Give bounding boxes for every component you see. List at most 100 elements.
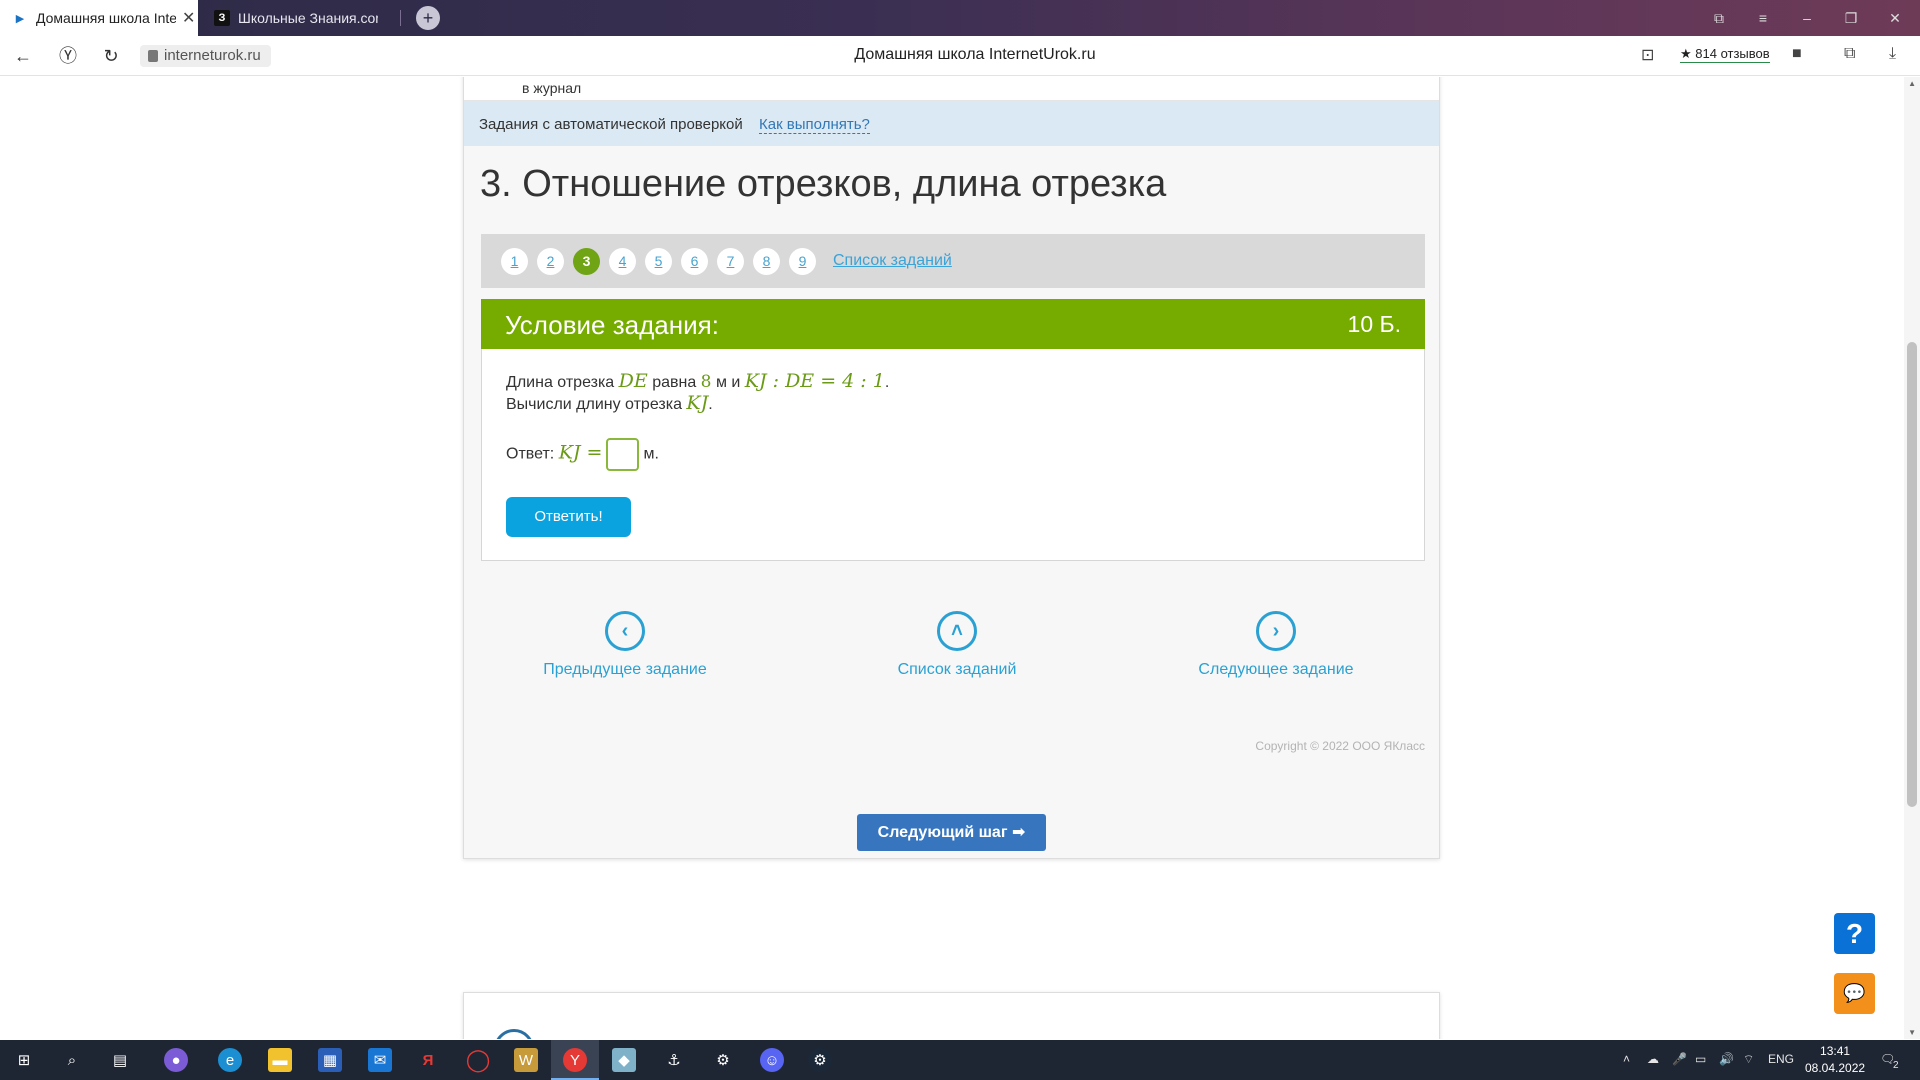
extension-icon[interactable]: ⊡ [1641,45,1654,65]
next-task-label[interactable]: Следующее задание [1156,661,1396,679]
page-link-6[interactable]: 6 [681,248,708,275]
mail-icon[interactable]: ✉ [368,1048,392,1072]
clock[interactable]: 13:41 08.04.2022 [1805,1043,1865,1077]
date: 08.04.2022 [1805,1061,1866,1075]
task-pager: 1 2 3 4 5 6 7 8 9 Список заданий [481,234,1425,288]
windows-start-icon[interactable]: ⊞ [12,1048,36,1072]
answer-row: Ответ: KJ = м. [506,438,659,471]
bookmarks-panel-icon[interactable]: ⧉ [1844,45,1855,63]
next-card [463,992,1440,1039]
scrollbar-thumb[interactable] [1907,342,1917,807]
steam-icon[interactable]: ⚙ [808,1048,832,1072]
download-icon[interactable]: ⤓ [1889,45,1896,63]
page-link-5[interactable]: 5 [645,248,672,275]
wot-icon[interactable]: W [514,1048,538,1072]
text: равна [647,374,701,391]
condition-header: Условие задания: 10 Б. [481,299,1425,349]
answer-unit: м. [643,445,659,463]
page-link-7[interactable]: 7 [717,248,744,275]
close-window-button[interactable]: ✕ [1873,0,1917,36]
microphone-icon[interactable]: 🎤 [1672,1052,1687,1066]
page-link-2[interactable]: 2 [537,248,564,275]
edge-icon[interactable]: e [218,1048,242,1072]
page-link-4[interactable]: 4 [609,248,636,275]
journal-strip: в журнал [464,77,1439,101]
answer-math: KJ = [558,441,603,464]
condition-title: Условие задания: [505,310,719,340]
notification-count: 2 [1893,1060,1899,1071]
collections-icon[interactable]: ⧉ [1697,0,1741,36]
answer-input[interactable] [606,438,640,471]
settings-icon[interactable]: ⚙ [711,1048,735,1072]
time: 13:41 [1820,1044,1851,1058]
battery-icon[interactable]: ▭ [1695,1052,1706,1066]
how-to-link[interactable]: Как выполнять? [759,116,870,134]
circle-icon [494,1029,534,1039]
page-link-8[interactable]: 8 [753,248,780,275]
condition-line-2: Вычисли длину отрезка KJ. [506,392,713,414]
scroll-down-arrow[interactable]: ▼ [1908,1028,1916,1037]
onedrive-icon[interactable]: ☁ [1647,1052,1659,1066]
bookmark-icon[interactable]: ■ [1792,45,1802,63]
address-bar: ← Ⓨ ↻ interneturok.ru Домашняя школа Int… [0,36,1920,76]
next-task-link[interactable]: › Следующее задание [1156,611,1396,679]
submit-answer-button[interactable]: Ответить! [506,497,631,537]
math-kj: KJ [686,392,709,414]
chevron-up-icon[interactable]: ˄ [937,611,977,651]
prev-task-label[interactable]: Предыдущее задание [505,661,745,679]
next-step-button[interactable]: Следующий шаг ➡ [857,814,1046,851]
page-link-3-current[interactable]: 3 [573,248,600,275]
page-link-9[interactable]: 9 [789,248,816,275]
play-icon: ▶ [15,12,25,25]
help-button[interactable]: ? [1834,913,1875,954]
browser-tab-bar: ▶ Домашняя школа Inter ✕ З Школьные Знан… [0,0,1920,36]
menu-icon[interactable]: ≡ [1741,0,1785,36]
autocheck-label: Задания с автоматической проверкой [479,116,743,133]
chevron-right-icon[interactable]: › [1256,611,1296,651]
yandex-browser-icon[interactable]: Y [563,1048,587,1072]
new-tab-button[interactable]: + [416,6,440,30]
restore-button[interactable]: ❐ [1829,0,1873,36]
text: . [708,396,713,413]
text: Вычисли длину отрезка [506,396,687,413]
discord-icon[interactable]: ☺ [760,1048,784,1072]
prev-task-link[interactable]: ‹ Предыдущее задание [505,611,745,679]
text: . [884,374,890,391]
points-badge: 10 Б. [1347,311,1401,337]
answer-label: Ответ: [506,445,559,463]
opera-icon[interactable]: ◯ [466,1047,491,1072]
tray-chevron-icon[interactable]: ˄ [1623,1052,1630,1066]
chevron-left-icon[interactable]: ‹ [605,611,645,651]
reviews-link[interactable]: ★ 814 отзывов [1680,46,1770,63]
task-condition: Условие задания: 10 Б. Длина отрезка DE … [481,299,1425,561]
tab-znaniya[interactable]: З Школьные Знания.com - F [204,0,400,36]
tab-title: Школьные Знания.com - F [238,10,378,26]
alice-icon[interactable]: ● [164,1048,188,1072]
condition-line-1: Длина отрезка DE равна 8 м и KJ : DE = 4… [506,370,889,392]
store-icon[interactable]: ▦ [318,1048,342,1072]
chat-icon: 💬 [1843,983,1866,1003]
folder-icon[interactable]: ▬ [268,1048,292,1072]
task-list-nav-link[interactable]: ˄ Список заданий [837,611,1077,679]
notes-icon[interactable]: ◆ [612,1048,636,1072]
autocheck-banner: Задания с автоматической проверкой Как в… [464,101,1439,146]
task-heading: 3. Отношение отрезков, длина отрезка [480,163,1167,205]
close-tab-icon[interactable]: ✕ [182,8,195,28]
yandex-app-icon[interactable]: Я [416,1048,440,1072]
scrollbar[interactable]: ▲ ▼ [1904,77,1920,1039]
task-view-icon[interactable]: ▤ [108,1048,132,1072]
tab-interneturok[interactable]: ▶ Домашняя школа Inter ✕ [0,0,198,36]
task-list-nav-label[interactable]: Список заданий [837,661,1077,679]
scroll-up-arrow[interactable]: ▲ [1908,79,1916,88]
page-viewport: в журнал Задания с автоматической провер… [0,77,1920,1039]
language-indicator[interactable]: ENG [1768,1052,1794,1066]
math-de: DE [618,370,648,392]
wifi-icon[interactable]: ⌔ [1743,1052,1754,1067]
chat-button[interactable]: 💬 [1834,973,1875,1014]
minimize-button[interactable]: – [1785,0,1829,36]
search-icon[interactable]: ⌕ [60,1048,84,1072]
volume-icon[interactable]: 🔊 [1719,1052,1734,1066]
page-link-1[interactable]: 1 [501,248,528,275]
game-icon[interactable]: ⚓ [662,1048,686,1072]
task-list-link[interactable]: Список заданий [833,252,952,270]
